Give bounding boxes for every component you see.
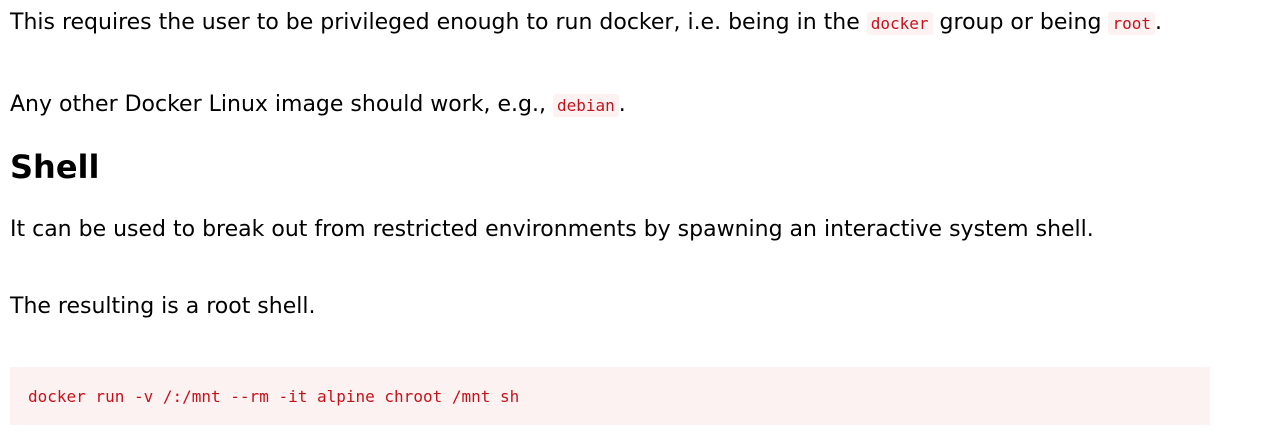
code-block[interactable]: docker run -v /:/mnt --rm -it alpine chr… [10, 367, 1210, 425]
paragraph-text: . [1154, 10, 1162, 35]
image-alternative-paragraph: Any other Docker Linux image should work… [10, 89, 1225, 121]
inline-code-docker: docker [866, 12, 933, 35]
section-heading-shell: Shell [10, 148, 100, 186]
inline-code-debian: debian [553, 94, 619, 117]
paragraph-text: Any other Docker Linux image should work… [10, 92, 553, 117]
paragraph-text: This requires the user to be privileged … [10, 10, 867, 35]
root-shell-paragraph: The resulting is a root shell. [10, 294, 316, 319]
shell-description-paragraph: It can be used to break out from restric… [10, 217, 1094, 242]
paragraph-text: group or being [932, 10, 1109, 35]
code-block-command[interactable]: docker run -v /:/mnt --rm -it alpine chr… [28, 387, 519, 406]
paragraph-text: . [618, 92, 626, 117]
document-page: This requires the user to be privileged … [0, 0, 1287, 443]
inline-code-root: root [1108, 12, 1155, 35]
privilege-requirement-paragraph: This requires the user to be privileged … [10, 7, 1225, 39]
